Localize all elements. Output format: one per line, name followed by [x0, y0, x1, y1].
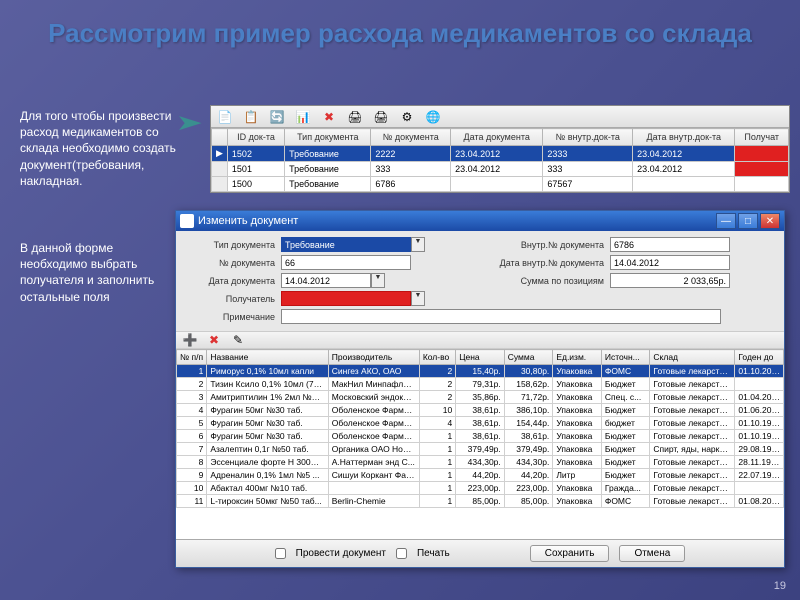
- add-row-icon[interactable]: ➕: [182, 332, 198, 348]
- table-row[interactable]: 9Адреналин 0,1% 1мл №5 ...Сишуи Коркант …: [177, 469, 784, 482]
- titlebar: Изменить документ — □ ✕: [176, 211, 784, 231]
- maximize-button[interactable]: □: [738, 213, 758, 229]
- col-header[interactable]: Тип документа: [285, 129, 371, 146]
- delete-icon[interactable]: ✖: [321, 109, 337, 125]
- form-fields: Тип документа ▼ Внутр.№ документа № доку…: [176, 231, 784, 331]
- window-title: Изменить документ: [198, 215, 298, 227]
- col-header[interactable]: [212, 129, 228, 146]
- table-row[interactable]: 6Фурагин 50мг №30 таб.Оболенское Фармаце…: [177, 430, 784, 443]
- page-number: 19: [774, 580, 786, 592]
- edit-icon[interactable]: 📋: [243, 109, 259, 125]
- note-field[interactable]: [281, 309, 721, 324]
- doc-date-field[interactable]: [281, 273, 371, 288]
- close-button[interactable]: ✕: [760, 213, 780, 229]
- col-header[interactable]: Цена: [456, 350, 505, 365]
- col-header[interactable]: Производитель: [328, 350, 419, 365]
- col-header[interactable]: № документа: [371, 129, 451, 146]
- calendar-icon[interactable]: ▼: [371, 273, 385, 288]
- minimize-button[interactable]: —: [716, 213, 736, 229]
- table-row[interactable]: 10Абактал 400мг №10 таб.1223,00р.223,00р…: [177, 482, 784, 495]
- documents-grid[interactable]: ID док-таТип документа№ документаДата до…: [211, 128, 789, 192]
- table-row[interactable]: 1501Требование33323.04.201233323.04.2012: [212, 162, 789, 177]
- table-row[interactable]: 2Тизин Ксило 0,1% 10мл (70...МакНил Минп…: [177, 378, 784, 391]
- print-checkbox[interactable]: [396, 548, 407, 559]
- caption-select-recipient: В данной форме необходимо выбрать получа…: [20, 240, 180, 305]
- col-header[interactable]: № п/п: [177, 350, 207, 365]
- slide-title: Рассмотрим пример расхода медикаментов с…: [0, 0, 800, 57]
- doc-type-field[interactable]: [281, 237, 411, 252]
- table-row[interactable]: 3Амитриптилин 1% 2мл №10 (1...Московский…: [177, 391, 784, 404]
- detail-grid[interactable]: № п/пНазваниеПроизводительКол-воЦенаСумм…: [176, 349, 784, 508]
- new-icon[interactable]: 📄: [217, 109, 233, 125]
- table-row[interactable]: 11L-тироксин 50мкг №50 таб...Berlin-Chem…: [177, 495, 784, 508]
- label-doc-date: Дата документа: [186, 276, 281, 286]
- table-row[interactable]: ▶1502Требование222223.04.2012233323.04.2…: [212, 146, 789, 162]
- col-header[interactable]: Кол-во: [419, 350, 455, 365]
- print2-icon[interactable]: 🖨: [373, 109, 389, 125]
- detail-toolbar: ➕ ✖ ✎: [176, 331, 784, 349]
- table-row[interactable]: 8Эссенциале форте Н 300мг ...А.Наттерман…: [177, 456, 784, 469]
- edit-row-icon[interactable]: ✎: [230, 332, 246, 348]
- col-header[interactable]: № внутр.док-та: [543, 129, 633, 146]
- app-icon: [180, 214, 194, 228]
- table-row[interactable]: 1Риморус 0,1% 10мл каплиСингез АКО, ОАО2…: [177, 365, 784, 378]
- edit-document-window: Изменить документ — □ ✕ Тип документа ▼ …: [175, 210, 785, 568]
- label-doc-num: № документа: [186, 258, 281, 268]
- int-date-field[interactable]: [610, 255, 730, 270]
- caption-create-doc: Для того чтобы произвести расход медикам…: [20, 108, 180, 189]
- documents-list-window: 📄 📋 🔄 📊 ✖ 🖨 🖨 ⚙ 🌐 ID док-таТип документа…: [210, 105, 790, 193]
- recipient-field[interactable]: [281, 291, 411, 306]
- dropdown-icon[interactable]: ▼: [411, 237, 425, 252]
- refresh-icon[interactable]: 🔄: [269, 109, 285, 125]
- label-recipient: Получатель: [186, 294, 281, 304]
- delete-row-icon[interactable]: ✖: [206, 332, 222, 348]
- col-header[interactable]: Годен до: [735, 350, 784, 365]
- print-icon[interactable]: 🖨: [347, 109, 363, 125]
- label-doc-type: Тип документа: [186, 240, 281, 250]
- globe-icon[interactable]: 🌐: [425, 109, 441, 125]
- table-row[interactable]: 4Фурагин 50мг №30 таб.Оболенское Фармаце…: [177, 404, 784, 417]
- label-note: Примечание: [186, 312, 281, 322]
- label-sum-pos: Сумма по позициям: [480, 276, 610, 286]
- col-header[interactable]: Получат: [735, 129, 789, 146]
- save-button[interactable]: Сохранить: [530, 545, 610, 562]
- col-header[interactable]: Сумма: [504, 350, 553, 365]
- detail-grid-wrap: № п/пНазваниеПроизводительКол-воЦенаСумм…: [176, 349, 784, 539]
- arrow-icon: ➤: [175, 110, 203, 136]
- col-header[interactable]: Источн...: [601, 350, 650, 365]
- process-label: Провести документ: [296, 548, 386, 559]
- col-header[interactable]: Склад: [650, 350, 735, 365]
- col-header[interactable]: Ед.изм.: [553, 350, 602, 365]
- col-header[interactable]: Дата документа: [451, 129, 543, 146]
- label-int-date: Дата внутр.№ документа: [480, 258, 610, 268]
- settings-icon[interactable]: ⚙: [399, 109, 415, 125]
- export-icon[interactable]: 📊: [295, 109, 311, 125]
- footer-bar: Провести документ Печать Сохранить Отмен…: [176, 539, 784, 567]
- int-num-field[interactable]: [610, 237, 730, 252]
- label-int-num: Внутр.№ документа: [480, 240, 610, 250]
- table-row[interactable]: 1500Требование678667567: [212, 177, 789, 192]
- col-header[interactable]: Название: [207, 350, 328, 365]
- sum-pos-field: [610, 273, 730, 288]
- cancel-button[interactable]: Отмена: [619, 545, 685, 562]
- table-row[interactable]: 7Азалептин 0,1г №50 таб.Органика ОАО Нов…: [177, 443, 784, 456]
- doc-num-field[interactable]: [281, 255, 411, 270]
- print-label: Печать: [417, 548, 450, 559]
- dropdown-icon[interactable]: ▼: [411, 291, 425, 306]
- col-header[interactable]: ID док-та: [227, 129, 284, 146]
- table-row[interactable]: 5Фурагин 50мг №30 таб.Оболенское Фармаце…: [177, 417, 784, 430]
- toolbar: 📄 📋 🔄 📊 ✖ 🖨 🖨 ⚙ 🌐: [211, 106, 789, 128]
- process-checkbox[interactable]: [275, 548, 286, 559]
- col-header[interactable]: Дата внутр.док-та: [633, 129, 735, 146]
